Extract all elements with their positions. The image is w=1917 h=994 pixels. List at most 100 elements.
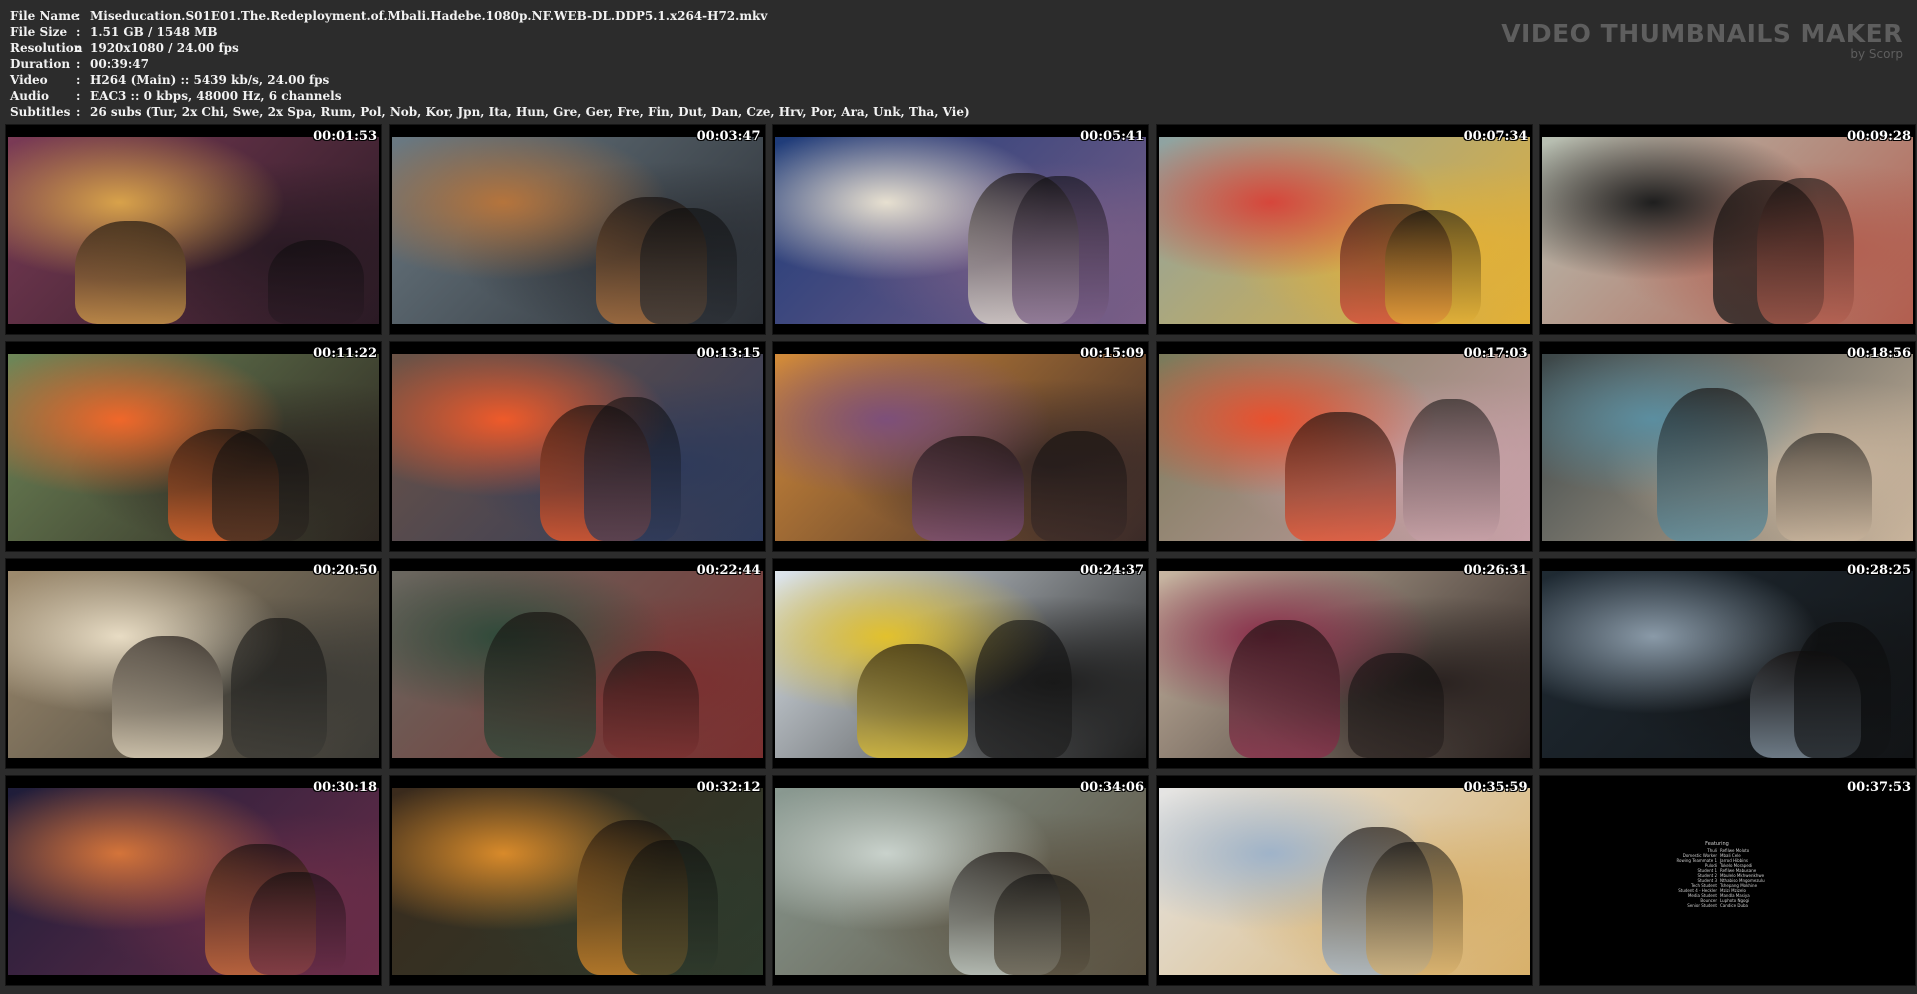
timestamp-label: 00:26:31 <box>1463 563 1528 578</box>
info-value: 26 subs (Tur, 2x Chi, Swe, 2x Spa, Rum, … <box>90 105 970 119</box>
timestamp-label: 00:35:59 <box>1463 780 1528 795</box>
credit-row: Senior Student Candice Duba <box>1662 903 1772 908</box>
brand-title: VIDEO THUMBNAILS MAKER <box>1501 19 1903 48</box>
info-value: H264 (Main) :: 5439 kb/s, 24.00 fps <box>90 73 330 87</box>
subject-silhouette <box>111 636 224 758</box>
thumbnail-garden-group[interactable]: 00:17:03 <box>1155 341 1533 552</box>
credit-role: Senior Student <box>1687 903 1717 908</box>
subject-silhouette <box>1284 411 1396 541</box>
subject-silhouette <box>1657 387 1769 541</box>
subject-silhouette <box>1347 653 1445 758</box>
video-frame <box>1542 571 1913 758</box>
info-key: File Size <box>10 25 68 39</box>
subject-silhouette <box>1775 432 1873 541</box>
thumbnail-office-teacher[interactable]: 00:13:15 <box>388 341 766 552</box>
video-frame <box>8 788 379 975</box>
subject-silhouette <box>621 840 718 975</box>
thumbnail-car-interior[interactable]: 00:28:25 <box>1539 558 1916 769</box>
subject-silhouette <box>230 617 328 758</box>
video-frame <box>8 354 379 541</box>
timestamp-label: 00:24:37 <box>1080 563 1144 578</box>
video-frame <box>1158 788 1530 975</box>
video-frame <box>775 137 1146 324</box>
info-separator: : <box>76 105 81 119</box>
info-separator: : <box>76 89 81 103</box>
subject-silhouette <box>856 643 968 758</box>
subject-silhouette <box>1228 619 1341 758</box>
thumbnail-campus-crowd[interactable]: 00:15:09 <box>772 341 1149 552</box>
thumbnail-dorm-room[interactable]: 00:26:31 <box>1155 558 1533 769</box>
subject-silhouette <box>1366 842 1463 975</box>
timestamp-label: 00:32:12 <box>696 780 761 795</box>
info-key: Resolution <box>10 41 83 55</box>
thumbnail-street-car[interactable]: 00:09:28 <box>1539 124 1916 335</box>
timestamp-label: 00:37:53 <box>1847 780 1911 795</box>
timestamp-label: 00:11:22 <box>313 346 377 361</box>
subject-silhouette <box>993 874 1091 975</box>
info-separator: : <box>76 57 81 71</box>
subject-silhouette <box>1012 176 1109 324</box>
thumbnail-orange-fur-coat[interactable]: 00:11:22 <box>5 341 382 552</box>
thumbnail-ball-pit-bath[interactable]: 00:35:59 <box>1155 775 1533 986</box>
info-row-subtitles: Subtitles:26 subs (Tur, 2x Chi, Swe, 2x … <box>10 104 970 120</box>
info-separator: : <box>76 9 81 23</box>
timestamp-label: 00:13:15 <box>696 346 761 361</box>
info-key: Audio <box>10 89 49 103</box>
thumbnail-blue-headscarf[interactable]: 00:07:34 <box>1155 124 1533 335</box>
info-value: 00:39:47 <box>90 57 149 71</box>
info-value: 1.51 GB / 1548 MB <box>90 25 218 39</box>
thumbnail-grid: 00:01:53 00:03:47 00:05:41 00:07:34 00:09:28… <box>5 124 1916 986</box>
subject-silhouette <box>640 208 737 324</box>
video-frame <box>775 571 1146 758</box>
timestamp-label: 00:22:44 <box>696 563 761 578</box>
subject-silhouette <box>212 428 309 541</box>
timestamp-label: 00:28:25 <box>1847 563 1911 578</box>
info-value: EAC3 :: 0 kbps, 48000 Hz, 6 channels <box>90 89 342 103</box>
video-frame <box>1542 354 1913 541</box>
video-frame <box>391 137 763 324</box>
subject-silhouette <box>1757 178 1854 324</box>
subject-silhouette <box>249 872 346 975</box>
thumbnail-rowing-boat[interactable]: 00:24:37 <box>772 558 1149 769</box>
thumbnail-warm-room[interactable]: 00:32:12 <box>388 775 766 986</box>
thumbnail-river-rowers[interactable]: 00:34:06 <box>772 775 1149 986</box>
info-row-duration: Duration:00:39:47 <box>10 56 970 72</box>
thumbnail-crowd-arrival[interactable]: 00:03:47 <box>388 124 766 335</box>
thumbnail-school-corridor[interactable]: 00:20:50 <box>5 558 382 769</box>
thumbnail-social-live-stream[interactable]: 00:01:53 <box>5 124 382 335</box>
subject-silhouette <box>912 436 1024 541</box>
video-frame <box>1542 137 1913 324</box>
video-frame <box>8 571 379 758</box>
subject-silhouette <box>584 397 681 541</box>
subject-silhouette <box>74 221 187 324</box>
info-key: File Name <box>10 9 79 23</box>
timestamp-label: 00:09:28 <box>1847 129 1911 144</box>
timestamp-label: 00:18:56 <box>1847 346 1911 361</box>
subject-silhouette <box>1403 398 1500 541</box>
timestamp-label: 00:03:47 <box>696 129 761 144</box>
timestamp-label: 00:01:53 <box>313 129 377 144</box>
info-value: Miseducation.S01E01.The.Redeployment.of.… <box>90 9 768 23</box>
subject-silhouette <box>267 239 365 324</box>
video-frame <box>391 571 763 758</box>
video-frame <box>391 354 763 541</box>
thumbnail-lecture-hall[interactable]: 00:18:56 <box>1539 341 1916 552</box>
video-frame <box>8 137 379 324</box>
thumbnail-video-call[interactable]: 00:30:18 <box>5 775 382 986</box>
timestamp-label: 00:30:18 <box>313 780 377 795</box>
thumbnail-end-credits[interactable]: Featuring Thuli Refilwe Moloto Domestic Wor… <box>1539 775 1916 986</box>
brand-watermark: VIDEO THUMBNAILS MAKER by Scorp <box>1501 20 1903 61</box>
info-row-audio: Audio: EAC3 :: 0 kbps, 48000 Hz, 6 channe… <box>10 88 970 104</box>
timestamp-label: 00:07:34 <box>1463 129 1528 144</box>
info-header: File Name: Miseducation.S01E01.The.Redepl… <box>0 0 1917 122</box>
video-frame <box>1158 137 1530 324</box>
timestamp-label: 00:34:06 <box>1080 780 1144 795</box>
subject-silhouette <box>975 619 1072 758</box>
thumbnail-neon-mb-sign[interactable]: 00:05:41 <box>772 124 1149 335</box>
thumbnail-varsity-jacket[interactable]: 00:22:44 <box>388 558 766 769</box>
video-frame <box>775 788 1146 975</box>
info-key: Video <box>10 73 48 87</box>
credits-heading: Featuring <box>1705 841 1729 847</box>
timestamp-label: 00:17:03 <box>1463 346 1528 361</box>
timestamp-label: 00:05:41 <box>1080 129 1144 144</box>
